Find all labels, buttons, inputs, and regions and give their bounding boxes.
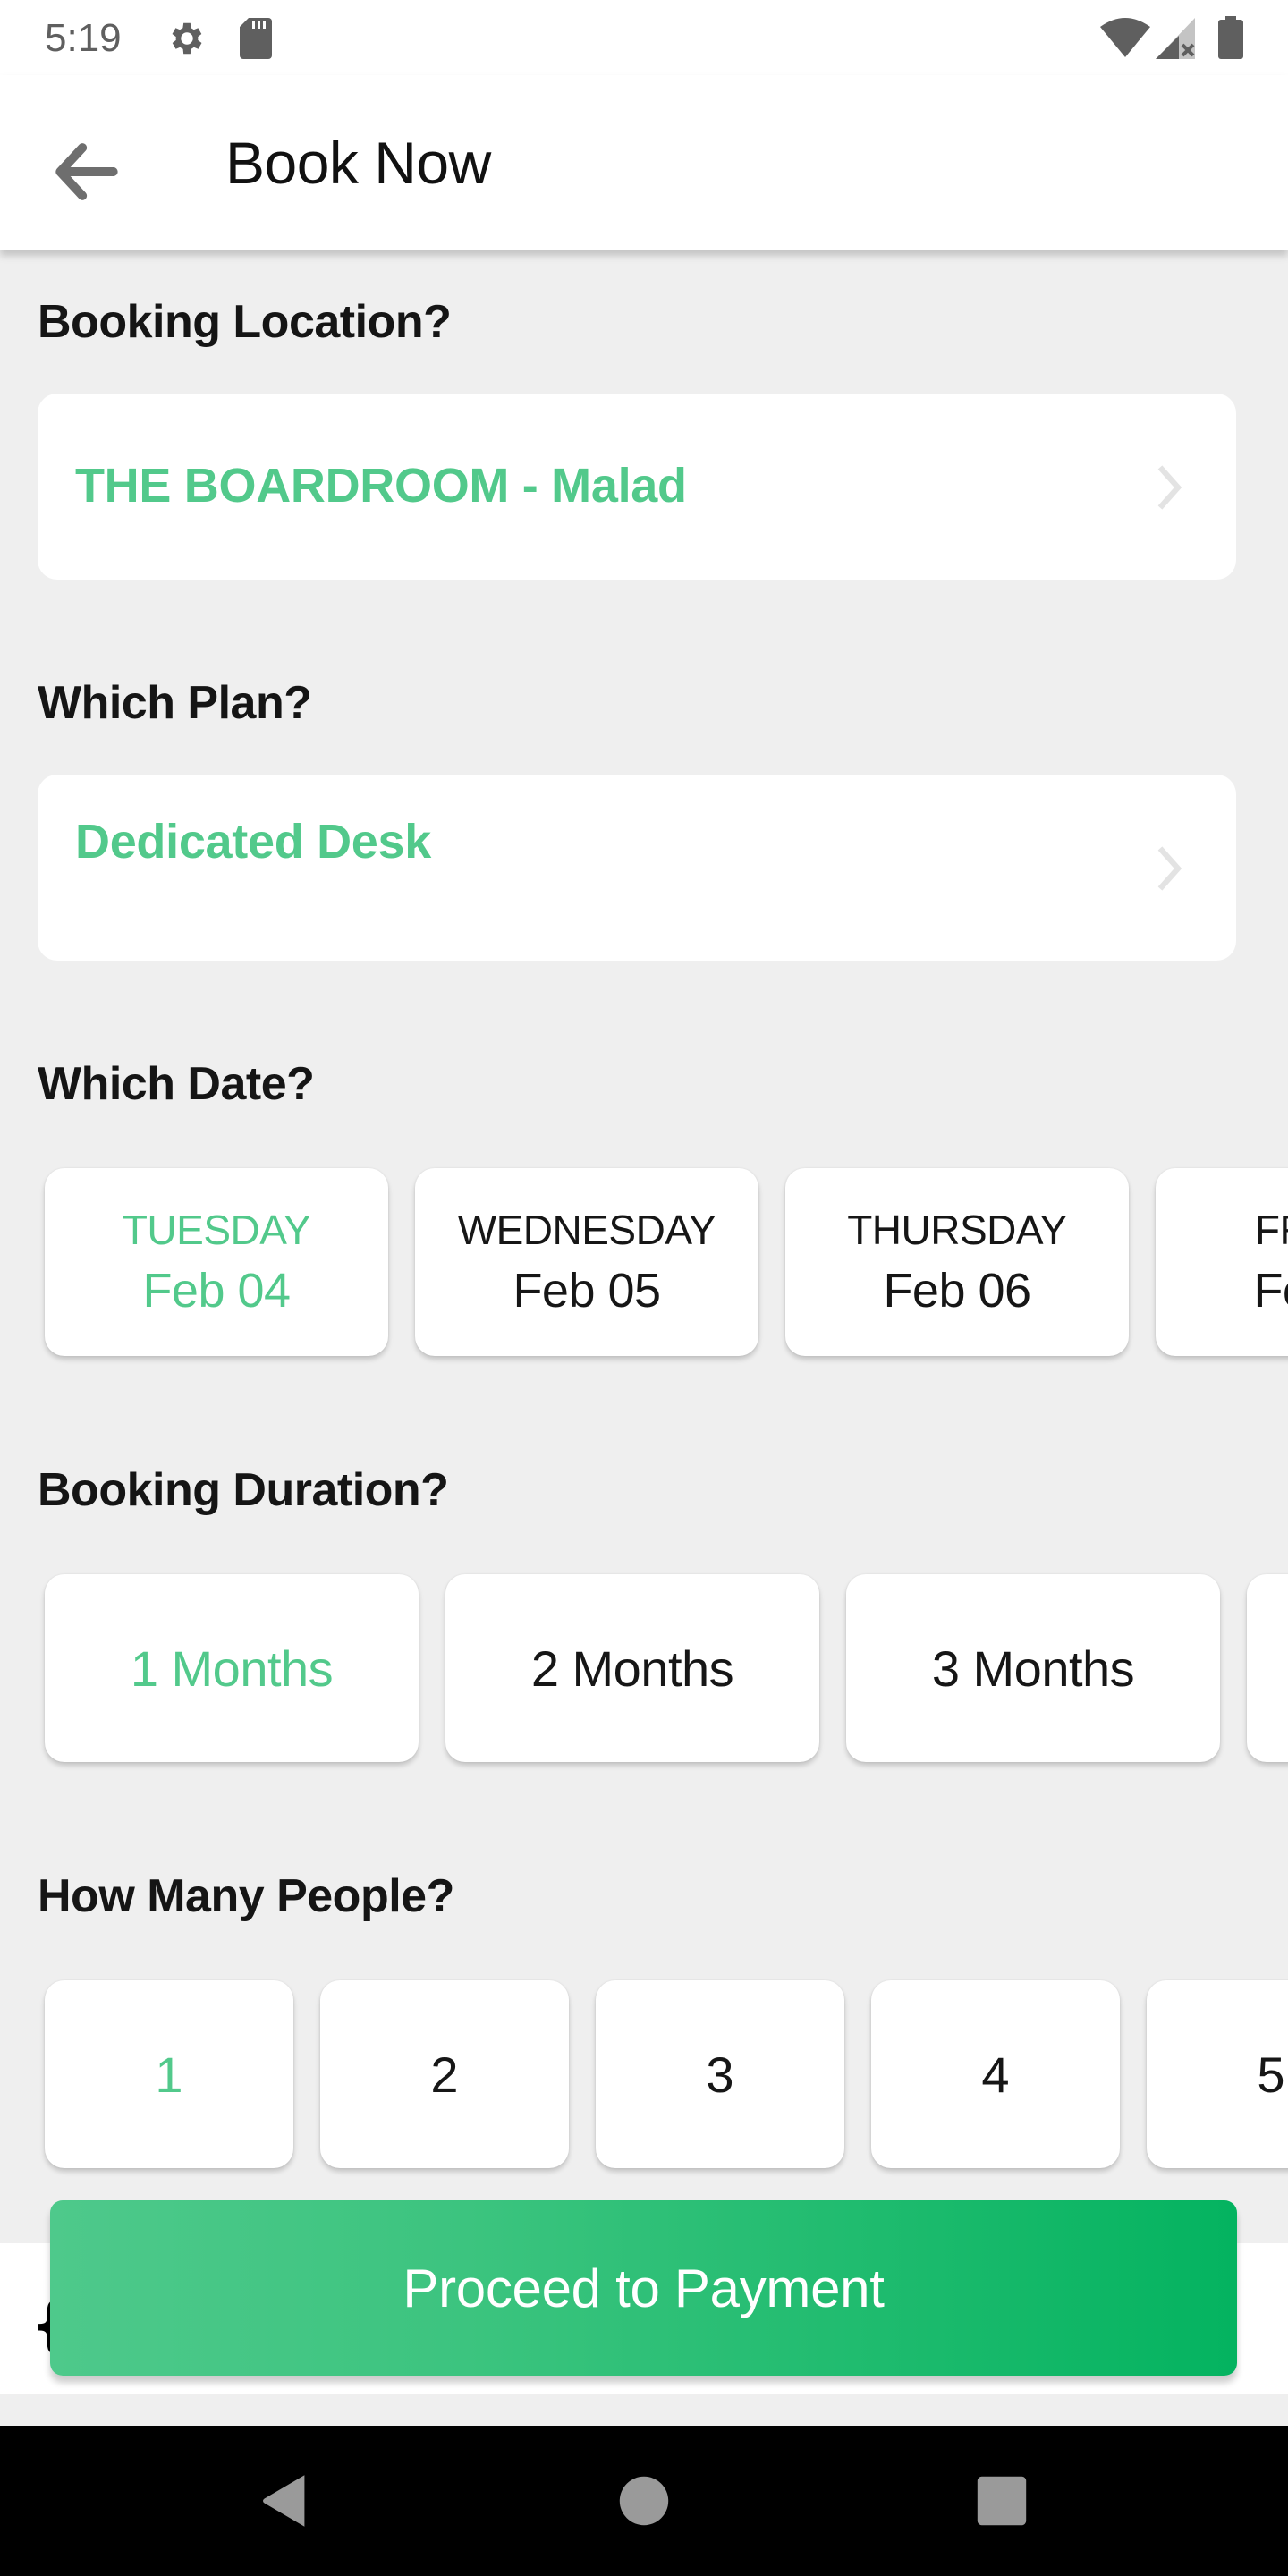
duration-option[interactable]: 1 Months xyxy=(45,1574,419,1762)
status-bar: 5:19 xyxy=(0,0,1288,75)
nav-back-icon[interactable] xyxy=(256,2472,313,2529)
people-option[interactable]: 5 xyxy=(1147,1980,1288,2168)
wifi-icon xyxy=(1100,18,1150,57)
date-date: Feb 05 xyxy=(513,1264,661,1318)
location-value: THE BOARDROOM - Malad xyxy=(75,459,687,513)
duration-scroller[interactable]: 1 Months 2 Months 3 Months xyxy=(0,1569,1288,1784)
settings-icon xyxy=(172,22,202,55)
duration-label: 3 Months xyxy=(931,1640,1135,1697)
people-option[interactable]: 1 xyxy=(45,1980,293,2168)
people-option[interactable]: 2 xyxy=(320,1980,569,2168)
duration-option[interactable]: 3 Months xyxy=(846,1574,1220,1762)
date-option[interactable]: WEDNESDAY Feb 05 xyxy=(415,1168,758,1356)
plan-section-title: Which Plan? xyxy=(38,677,312,729)
chevron-right-icon xyxy=(1157,846,1182,891)
date-date: Feb 04 xyxy=(142,1264,291,1318)
date-day: THURSDAY xyxy=(847,1207,1067,1253)
duration-option[interactable] xyxy=(1247,1574,1288,1762)
chevron-right-icon xyxy=(1157,465,1182,510)
duration-label: 2 Months xyxy=(530,1640,734,1697)
back-button[interactable] xyxy=(45,131,127,213)
system-nav-bar xyxy=(0,2426,1288,2576)
duration-option[interactable]: 2 Months xyxy=(445,1574,819,1762)
date-option[interactable]: FRIDAY Feb 07 xyxy=(1156,1168,1288,1356)
date-date: Feb 07 xyxy=(1253,1264,1288,1318)
nav-home-icon[interactable] xyxy=(615,2472,673,2529)
status-time: 5:19 xyxy=(45,16,122,60)
date-day: TUESDAY xyxy=(122,1207,311,1253)
date-scroller[interactable]: TUESDAY Feb 04 WEDNESDAY Feb 05 THURSDAY… xyxy=(0,1163,1288,1377)
date-day: FRIDAY xyxy=(1254,1207,1288,1253)
date-section-title: Which Date? xyxy=(38,1058,315,1110)
location-selector[interactable]: THE BOARDROOM - Malad xyxy=(38,394,1236,580)
location-section-title: Booking Location? xyxy=(38,296,452,348)
proceed-to-payment-button[interactable]: Proceed to Payment xyxy=(50,2200,1237,2376)
date-day: WEDNESDAY xyxy=(457,1207,716,1253)
date-date: Feb 06 xyxy=(883,1264,1031,1318)
people-option[interactable]: 4 xyxy=(871,1980,1120,2168)
people-count: 5 xyxy=(1257,2046,1285,2103)
date-option[interactable]: TUESDAY Feb 04 xyxy=(45,1168,388,1356)
date-option[interactable]: THURSDAY Feb 06 xyxy=(785,1168,1129,1356)
people-count: 2 xyxy=(430,2046,459,2103)
duration-label: 1 Months xyxy=(130,1640,334,1697)
plan-selector[interactable]: Dedicated Desk xyxy=(38,775,1236,961)
people-section-title: How Many People? xyxy=(38,1870,454,1922)
people-count: 3 xyxy=(706,2046,734,2103)
people-option[interactable]: 3 xyxy=(596,1980,844,2168)
page-title: Book Now xyxy=(225,130,491,196)
plan-value: Dedicated Desk xyxy=(75,815,431,869)
people-count: 1 xyxy=(155,2046,183,2103)
cellular-no-signal-icon xyxy=(1156,18,1195,59)
app-bar: Book Now xyxy=(0,75,1288,250)
sd-card-icon xyxy=(240,18,272,59)
people-scroller[interactable]: 1 2 3 4 5 xyxy=(0,1975,1288,2190)
nav-recents-icon[interactable] xyxy=(973,2472,1030,2529)
duration-section-title: Booking Duration? xyxy=(38,1464,449,1516)
arrow-back-icon xyxy=(55,143,118,200)
battery-icon xyxy=(1218,16,1243,59)
people-count: 4 xyxy=(981,2046,1010,2103)
